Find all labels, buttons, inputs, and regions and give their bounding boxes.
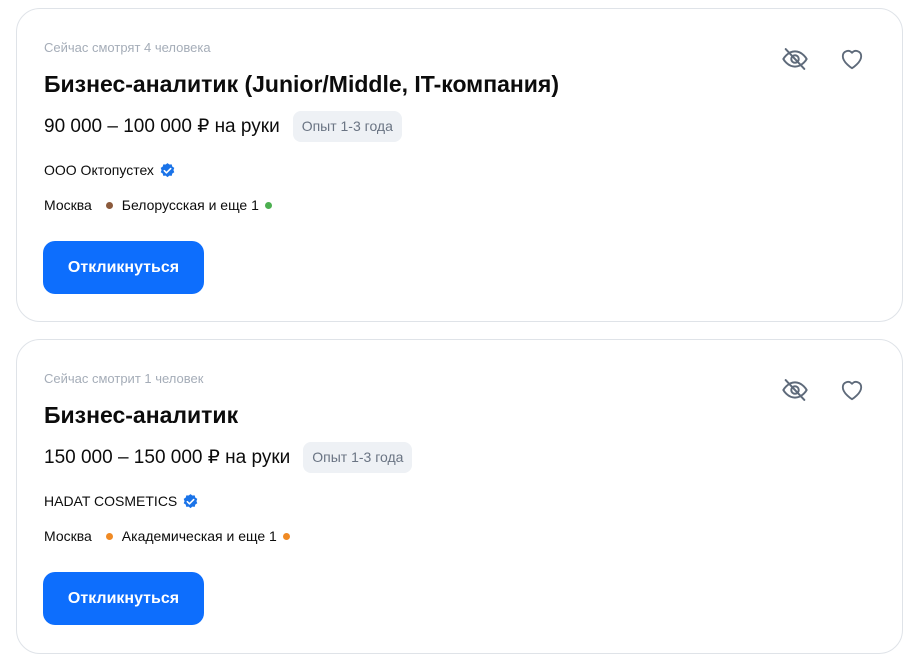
metro-line-dot — [105, 532, 113, 540]
verified-badge-icon — [159, 162, 176, 179]
watchers-count: Сейчас смотрят 4 человека — [44, 40, 211, 55]
verified-badge-icon — [182, 493, 199, 510]
eye-off-icon[interactable] — [779, 374, 811, 406]
company-name[interactable]: ООО Октопустех — [44, 159, 176, 181]
company-label[interactable]: HADAT COSMETICS — [44, 493, 177, 509]
salary: 90 000 – 100 000 ₽ на руки — [44, 115, 280, 137]
city: Москва — [44, 197, 92, 213]
location: Москва Академическая и еще 1 — [44, 525, 290, 547]
salary-row: 90 000 – 100 000 ₽ на руки Опыт 1-3 года — [44, 110, 402, 142]
salary: 150 000 – 150 000 ₽ на руки — [44, 446, 291, 468]
heart-icon[interactable] — [836, 43, 868, 75]
card-actions — [779, 374, 868, 406]
watchers-count: Сейчас смотрит 1 человек — [44, 371, 204, 386]
metro-line-dot — [105, 201, 113, 209]
location: Москва Белорусская и еще 1 — [44, 194, 272, 216]
company-label[interactable]: ООО Октопустех — [44, 162, 154, 178]
company-name[interactable]: HADAT COSMETICS — [44, 490, 199, 512]
metro-line-dot — [264, 201, 272, 209]
city: Москва — [44, 528, 92, 544]
apply-button[interactable]: Откликнуться — [43, 572, 204, 625]
card-actions — [779, 43, 868, 75]
eye-off-icon[interactable] — [779, 43, 811, 75]
experience-badge: Опыт 1-3 года — [292, 110, 402, 142]
heart-icon[interactable] — [836, 374, 868, 406]
apply-button[interactable]: Откликнуться — [43, 241, 204, 294]
vacancy-title[interactable]: Бизнес-аналитик (Junior/Middle, IT-компа… — [44, 71, 559, 98]
vacancy-list: Сейчас смотрят 4 человека Бизнес-аналити… — [0, 0, 918, 663]
vacancy-card[interactable]: Сейчас смотрят 4 человека Бизнес-аналити… — [16, 8, 903, 322]
experience-badge: Опыт 1-3 года — [303, 441, 413, 473]
vacancy-title[interactable]: Бизнес-аналитик — [44, 402, 238, 429]
metro-station: Академическая и еще 1 — [121, 528, 277, 544]
vacancy-card[interactable]: Сейчас смотрит 1 человек Бизнес-аналитик… — [16, 339, 903, 654]
metro-station: Белорусская и еще 1 — [121, 197, 259, 213]
salary-row: 150 000 – 150 000 ₽ на руки Опыт 1-3 год… — [44, 441, 413, 473]
metro-line-dot — [282, 532, 290, 540]
